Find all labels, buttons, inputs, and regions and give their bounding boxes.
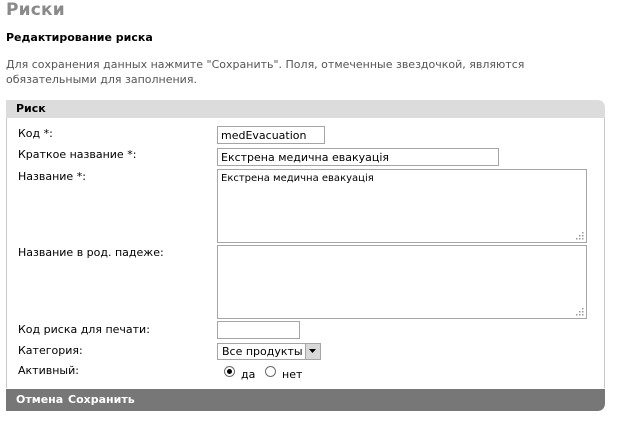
active-yes-label: да (241, 368, 256, 381)
active-no-radio[interactable] (265, 366, 276, 377)
name-label: Название *: (18, 170, 86, 183)
short-name-input[interactable]: Екстрена медична евакуація (217, 148, 499, 166)
print-code-label: Код риска для печати: (18, 323, 150, 336)
panel-body: Код *: medEvacuation Краткое название *:… (6, 118, 605, 388)
panel-header-title: Риск (16, 102, 46, 115)
code-label: Код *: (18, 127, 53, 140)
name-genitive-label: Название в род. падеже: (18, 246, 164, 259)
save-button[interactable]: Сохранить (68, 393, 135, 406)
panel-footer: Отмена Сохранить (6, 389, 605, 411)
risk-form-panel: Риск Код *: medEvacuation Краткое назван… (6, 100, 605, 411)
name-genitive-textarea[interactable] (217, 245, 587, 319)
resize-grip-icon[interactable] (575, 307, 584, 316)
code-input[interactable]: medEvacuation (217, 126, 325, 144)
instructions-text: Для сохранения данных нажмите "Сохранить… (6, 58, 525, 86)
chevron-down-icon[interactable] (305, 344, 320, 359)
active-yes-radio[interactable] (224, 366, 235, 377)
panel-header: Риск (6, 100, 605, 118)
name-textarea-value: Екстрена медична евакуація (221, 173, 374, 184)
name-textarea[interactable]: Екстрена медична евакуація (217, 169, 587, 243)
section-title: Редактирование риска (6, 31, 153, 44)
category-select[interactable]: Все продукты (217, 343, 321, 360)
print-code-input[interactable] (217, 321, 300, 339)
short-name-label: Краткое название *: (18, 148, 137, 161)
category-selected-value: Все продукты (222, 345, 303, 358)
resize-grip-icon[interactable] (575, 231, 584, 240)
page-title: Риски (6, 0, 65, 20)
active-no-label: нет (282, 368, 303, 381)
cancel-button[interactable]: Отмена (16, 393, 63, 406)
category-label: Категория: (18, 344, 83, 357)
active-label: Активный: (18, 364, 79, 377)
